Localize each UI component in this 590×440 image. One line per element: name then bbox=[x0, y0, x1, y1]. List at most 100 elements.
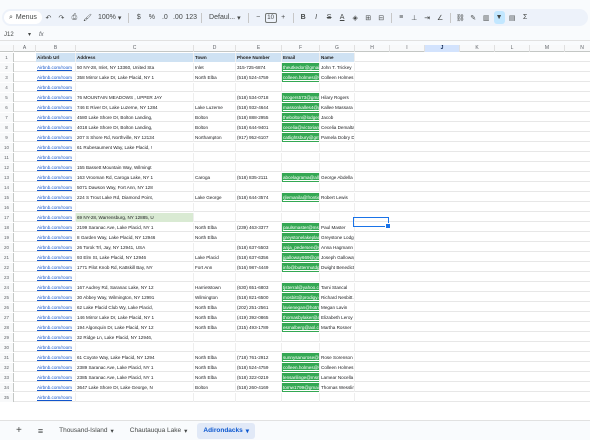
cell-d[interactable]: North Elba bbox=[194, 223, 236, 232]
cell-c[interactable]: 8 Garden Way, Lake Placid, NY 12946 bbox=[76, 233, 194, 242]
cell-g[interactable] bbox=[320, 213, 355, 222]
row-number[interactable]: 13 bbox=[0, 173, 14, 182]
cell-e[interactable]: (518) 888-2955 bbox=[236, 113, 282, 122]
cell-c[interactable]: 167 Audrey Rd, Saranac Lake, NY 12 bbox=[76, 283, 194, 292]
cell-g[interactable]: Greystone Lodge bbox=[320, 233, 355, 242]
cell-d[interactable]: Lake Luzerne bbox=[194, 103, 236, 112]
cell-d[interactable] bbox=[194, 183, 236, 192]
cell-e[interactable]: (315) 493-1789 bbox=[236, 323, 282, 332]
cell-g[interactable]: Name bbox=[320, 53, 355, 62]
cell-f[interactable]: lensarilinge@msn.com bbox=[282, 373, 320, 382]
cell-d[interactable]: North Elba bbox=[194, 353, 236, 362]
cell-b[interactable]: Airbnb.com/room bbox=[36, 173, 76, 182]
cell-g[interactable]: Jacob bbox=[320, 113, 355, 122]
cell-e[interactable]: (239) 463-3377 bbox=[236, 223, 282, 232]
paint-format-icon[interactable]: 🖌 bbox=[82, 11, 93, 24]
cell-e[interactable] bbox=[236, 143, 282, 152]
cell-c[interactable]: 76 MOUNTAIN MEADOWS , UPPER JAY bbox=[76, 93, 194, 102]
cell-e[interactable]: (518) 644-3574 bbox=[236, 193, 282, 202]
redo-icon[interactable]: ↷ bbox=[56, 11, 67, 24]
cell-c[interactable] bbox=[76, 153, 194, 162]
column-header-k[interactable]: K bbox=[460, 45, 495, 52]
row-number[interactable]: 11 bbox=[0, 153, 14, 162]
font-size-increase-button[interactable]: + bbox=[278, 11, 289, 24]
cell-f[interactable]: thebolton@lodge@gmail bbox=[282, 113, 320, 122]
cell-d[interactable]: North Elba bbox=[194, 233, 236, 242]
cell-d[interactable]: Lake Placid bbox=[194, 253, 236, 262]
cell-b[interactable]: Airbnb.com/room bbox=[36, 393, 76, 402]
cell-b[interactable]: Airbnb.com/room bbox=[36, 273, 76, 282]
cell-g[interactable]: Tami Stancal bbox=[320, 283, 355, 292]
text-wrap-icon[interactable]: ⇥ bbox=[422, 11, 433, 24]
row-number[interactable]: 31 bbox=[0, 353, 14, 362]
cell-f[interactable]: paulsmaster@msn.com bbox=[282, 223, 320, 232]
row-number[interactable]: 21 bbox=[0, 253, 14, 262]
bold-icon[interactable]: B bbox=[298, 11, 309, 24]
cell-e[interactable] bbox=[236, 333, 282, 342]
cell-f[interactable]: tomw1799@gmail.com bbox=[282, 383, 320, 392]
column-header-e[interactable]: E bbox=[236, 45, 282, 52]
cell-d[interactable]: North Elba bbox=[194, 373, 236, 382]
cell-d[interactable]: North Elba bbox=[194, 73, 236, 82]
currency-format-button[interactable]: $ bbox=[133, 11, 144, 24]
functions-icon[interactable]: Σ bbox=[520, 11, 531, 24]
cell-f[interactable] bbox=[282, 393, 320, 402]
cell-b[interactable]: Airbnb.com/room bbox=[36, 243, 76, 252]
cell-d[interactable] bbox=[194, 213, 236, 222]
cell-g[interactable]: Paul Master bbox=[320, 223, 355, 232]
column-header-d[interactable]: D bbox=[194, 45, 236, 52]
cell-f[interactable] bbox=[282, 83, 320, 92]
cell-e[interactable]: (518) 260-4169 bbox=[236, 383, 282, 392]
cell-f[interactable]: tjsterral@yahoo.com bbox=[282, 283, 320, 292]
cell-b[interactable]: Airbnb.com/room bbox=[36, 183, 76, 192]
cell-e[interactable] bbox=[236, 163, 282, 172]
cell-d[interactable]: North Elba bbox=[194, 303, 236, 312]
row-number[interactable]: 30 bbox=[0, 343, 14, 352]
cell-g[interactable]: Hilary Rogers bbox=[320, 93, 355, 102]
selected-cell[interactable] bbox=[353, 217, 391, 229]
cell-b[interactable]: Airbnb.com/room bbox=[36, 123, 76, 132]
row-number[interactable]: 6 bbox=[0, 103, 14, 112]
cell-c[interactable]: Address bbox=[76, 53, 194, 62]
row-number[interactable]: 3 bbox=[0, 73, 14, 82]
cell-b[interactable]: Airbnb.com/room bbox=[36, 113, 76, 122]
cell-e[interactable]: (419) 392-0865 bbox=[236, 313, 282, 322]
cell-f[interactable]: abcelagrama@allegalst bbox=[282, 173, 320, 182]
cell-c[interactable]: 155 Bassett Mountain Way, Wilmingt bbox=[76, 163, 194, 172]
cell-b[interactable]: Airbnb.com/room bbox=[36, 63, 76, 72]
cell-d[interactable]: North Elba bbox=[194, 323, 236, 332]
cell-e[interactable]: Phone Number bbox=[236, 53, 282, 62]
cell-g[interactable]: Robert Lewis bbox=[320, 193, 355, 202]
name-box[interactable]: J12 bbox=[0, 32, 28, 38]
cell-g[interactable]: Lamear Nocella bbox=[320, 373, 355, 382]
cell-b[interactable]: Airbnb.com/room bbox=[36, 143, 76, 152]
cell-c[interactable]: 4580 Lake Shore Dr, Bolton Landing, bbox=[76, 113, 194, 122]
sheet-tab[interactable]: Thousand-Island ▾ bbox=[53, 423, 120, 439]
row-number[interactable]: 33 bbox=[0, 373, 14, 382]
row-number[interactable]: 9 bbox=[0, 133, 14, 142]
cell-g[interactable]: John T. Trickey bbox=[320, 63, 355, 72]
cell-c[interactable] bbox=[76, 343, 194, 352]
cell-e[interactable] bbox=[236, 183, 282, 192]
row-number[interactable]: 29 bbox=[0, 333, 14, 342]
cell-b[interactable]: Airbnb.com/room bbox=[36, 233, 76, 242]
row-number[interactable]: 28 bbox=[0, 323, 14, 332]
font-size-input[interactable]: 10 bbox=[264, 12, 277, 23]
chevron-down-icon[interactable]: ▾ bbox=[28, 31, 31, 38]
cell-f[interactable] bbox=[282, 143, 320, 152]
cell-g[interactable]: Cecelia Demalta bbox=[320, 123, 355, 132]
column-header-b[interactable]: B bbox=[36, 45, 76, 52]
cell-e[interactable]: 315-725-6874 bbox=[236, 63, 282, 72]
cell-d[interactable]: Bolton bbox=[194, 123, 236, 132]
cell-c[interactable]: 30 Abbey Way, Wilmington, NY 12991 bbox=[76, 293, 194, 302]
cell-c[interactable]: 61 Coyote Way, Lake Placid, NY 1294 bbox=[76, 353, 194, 362]
menus-search-button[interactable]: ⌕ Menus bbox=[4, 11, 42, 24]
cell-d[interactable]: North Elba bbox=[194, 313, 236, 322]
cell-f[interactable]: lavienegan@hotmail.co bbox=[282, 303, 320, 312]
cell-f[interactable]: anja_pedersen@yahoo bbox=[282, 243, 320, 252]
insert-comment-icon[interactable]: ✎ bbox=[468, 11, 479, 24]
row-number[interactable]: 27 bbox=[0, 313, 14, 322]
cell-d[interactable]: Wilmington bbox=[194, 293, 236, 302]
cell-b[interactable]: Airbnb.com/room bbox=[36, 133, 76, 142]
cell-b[interactable]: Airbnb.com/room bbox=[36, 323, 76, 332]
